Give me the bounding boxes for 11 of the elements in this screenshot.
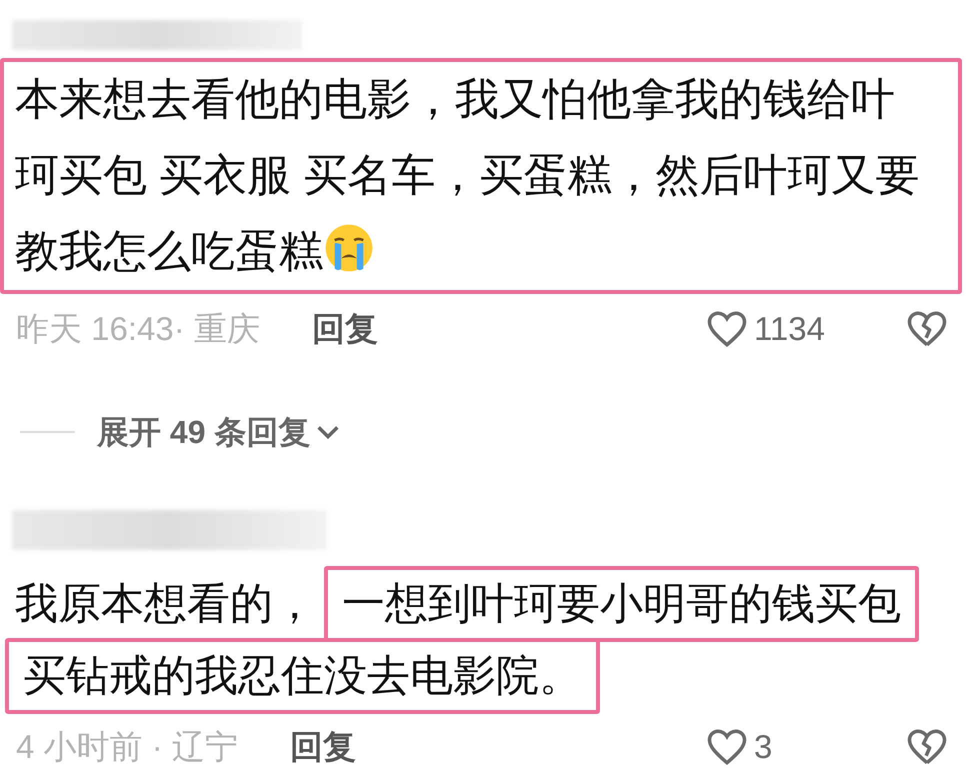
comment-timestamp: 4 小时前 · 辽宁 [16, 727, 238, 768]
expand-replies-button[interactable]: 展开 49 条回复 [97, 408, 310, 456]
comment-text: 我原本想看的， [14, 579, 317, 630]
comment-timestamp: 昨天 16:43· 重庆 [16, 309, 260, 350]
reply-button[interactable]: 回复 [312, 304, 378, 354]
reply-button[interactable]: 回复 [290, 722, 356, 772]
like-count: 1134 [754, 309, 826, 350]
highlighted-text: 买钻戒的我忍住没去电影院。 [5, 638, 600, 714]
comment-text: 本来想去看他的电影，我又怕他拿我的钱给叶 珂买包 买衣服 买名车，买蛋糕，然后叶珂又要 教我怎么吃蛋糕 [0, 58, 962, 294]
like-count: 3 [754, 727, 774, 768]
highlighted-text: 一想到叶珂要小明哥的钱买包 [324, 566, 919, 642]
